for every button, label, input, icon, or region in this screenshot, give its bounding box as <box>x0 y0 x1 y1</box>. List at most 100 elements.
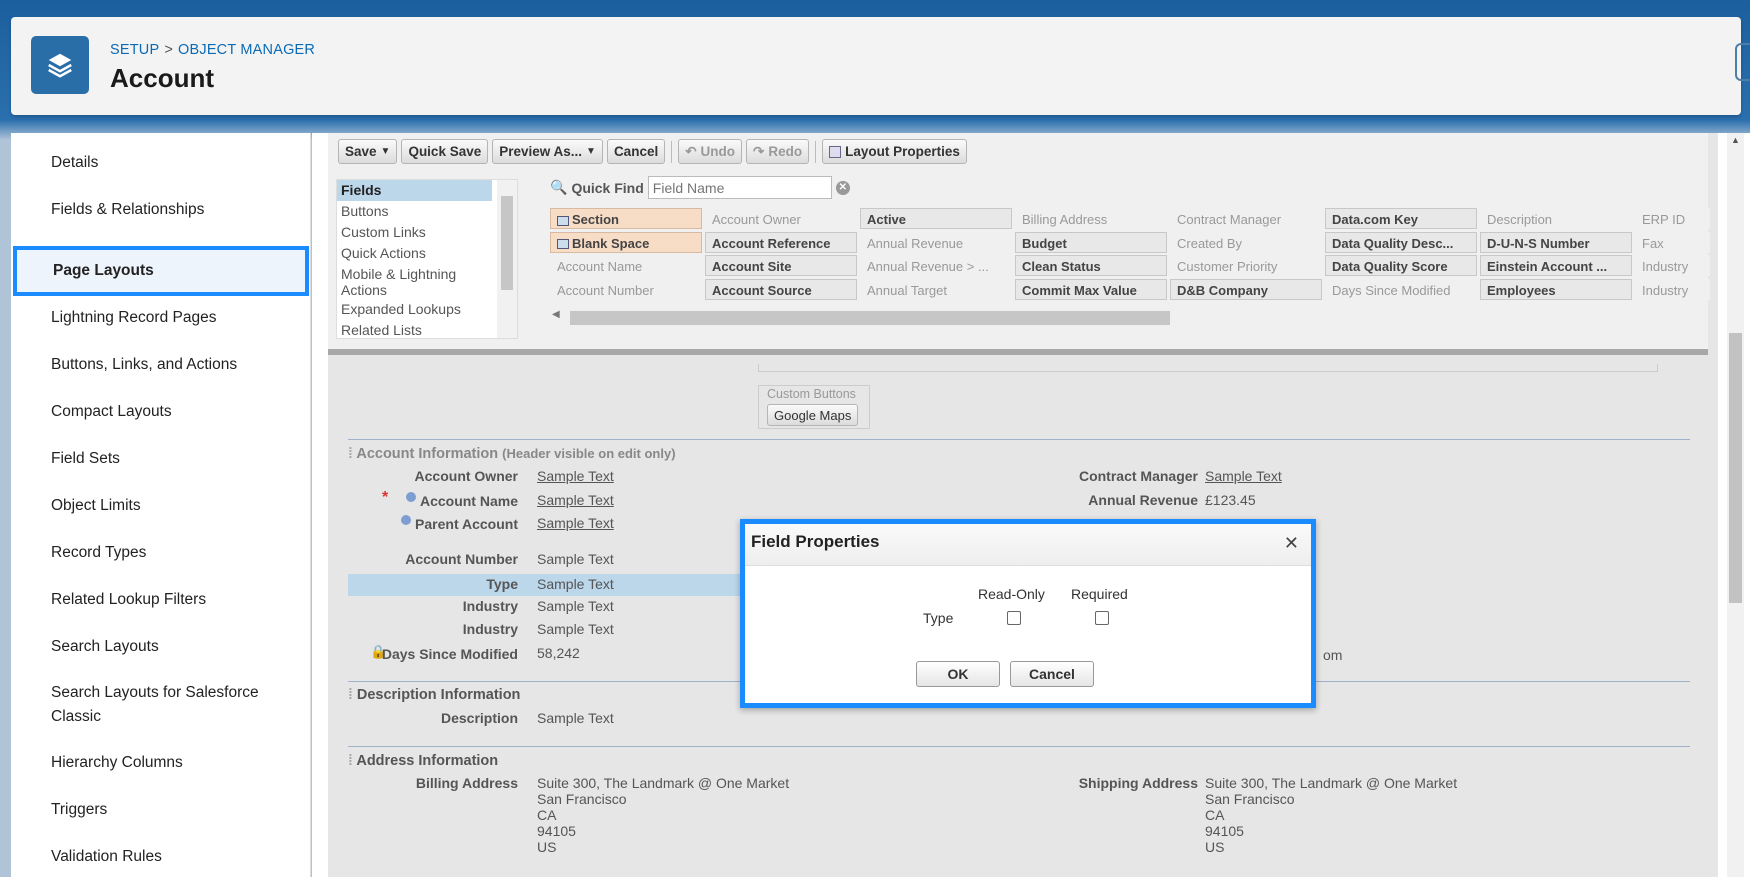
field-value[interactable]: Sample Text <box>537 710 614 726</box>
cancel-button[interactable]: Cancel <box>606 139 666 164</box>
redo-button[interactable]: ↷ Redo <box>746 139 810 164</box>
google-maps-button[interactable]: Google Maps <box>767 404 859 426</box>
field-value[interactable]: Sample Text <box>537 598 614 614</box>
field-value[interactable]: Sample Text <box>537 621 614 637</box>
palette-field[interactable]: Annual Revenue > ... <box>860 255 1012 276</box>
chevron-down-icon[interactable]: ▼ <box>381 146 391 157</box>
drag-handle-icon[interactable]: ⁞ <box>348 687 353 703</box>
palette-field[interactable]: Commit Max Value <box>1015 278 1167 300</box>
category-fields[interactable]: Fields <box>337 180 492 201</box>
palette-field[interactable]: Account Reference <box>705 231 857 253</box>
palette-hscrollbar[interactable]: ◀ <box>550 309 1708 325</box>
palette-field[interactable]: Days Since Modified <box>1325 278 1477 300</box>
cancel-dialog-button[interactable]: Cancel <box>1010 661 1094 687</box>
palette-field[interactable]: Einstein Account ... <box>1480 255 1632 276</box>
layout-properties-button[interactable]: Layout Properties <box>822 139 967 164</box>
palette-field[interactable]: Data Quality Score <box>1325 255 1477 276</box>
scrollbar-thumb[interactable] <box>1729 333 1742 603</box>
field-value[interactable]: 58,242 <box>537 645 580 661</box>
section-description-information[interactable]: ⁞ Description Information <box>348 687 520 703</box>
palette-field[interactable]: Account Source <box>705 278 857 300</box>
scrollbar-thumb[interactable] <box>570 311 1170 325</box>
palette-field[interactable]: Annual Target <box>860 278 1012 300</box>
category-custom-links[interactable]: Custom Links <box>337 222 517 243</box>
quick-find-input[interactable] <box>647 176 832 199</box>
preview-as-button[interactable]: Preview As... ▼ <box>492 139 603 164</box>
sidebar-item-object-limits[interactable]: Object Limits <box>11 484 311 528</box>
billing-address-value[interactable]: Suite 300, The Landmark @ One Market San… <box>537 775 789 855</box>
clear-icon[interactable]: ✕ <box>835 180 850 195</box>
chevron-left-icon[interactable]: ◀ <box>552 309 560 320</box>
category-buttons[interactable]: Buttons <box>337 201 517 222</box>
palette-field[interactable]: D-U-N-S Number <box>1480 231 1632 253</box>
breadcrumb-object-manager[interactable]: OBJECT MANAGER <box>178 42 315 58</box>
sidebar-item-validation-rules[interactable]: Validation Rules <box>11 835 311 877</box>
palette-field[interactable]: Account Owner <box>705 208 857 229</box>
drag-handle-icon[interactable]: ⁞ <box>348 753 353 769</box>
sidebar-item-field-sets[interactable]: Field Sets <box>11 437 311 481</box>
sidebar-item-search-layouts[interactable]: Search Layouts <box>11 625 311 669</box>
palette-field[interactable]: Customer Priority <box>1170 255 1322 276</box>
save-button[interactable]: Save ▼ <box>338 139 398 164</box>
field-value[interactable]: Sample Text <box>537 576 614 592</box>
undo-button[interactable]: ↶ Undo <box>678 139 743 164</box>
required-checkbox[interactable] <box>1095 611 1109 625</box>
palette-field[interactable]: ERP ID <box>1635 208 1710 229</box>
sidebar-item-details[interactable]: Details <box>11 141 311 185</box>
palette-field[interactable]: Billing Address <box>1015 208 1167 229</box>
palette-field[interactable]: Annual Revenue <box>860 231 1012 253</box>
sidebar-item-buttons-links-actions[interactable]: Buttons, Links, and Actions <box>11 343 311 387</box>
palette-field[interactable]: Blank Space <box>550 231 702 253</box>
category-mobile-lightning-actions[interactable]: Mobile & Lightning Actions <box>337 264 492 299</box>
category-related-lists[interactable]: Related Lists <box>337 320 517 338</box>
section-address-information[interactable]: ⁞ Address Information <box>348 753 498 769</box>
palette-field[interactable]: Budget <box>1015 231 1167 253</box>
category-scrollbar[interactable] <box>497 180 517 338</box>
category-expanded-lookups[interactable]: Expanded Lookups <box>337 299 517 320</box>
category-quick-actions[interactable]: Quick Actions <box>337 243 517 264</box>
chevron-up-icon[interactable]: ▲ <box>1731 135 1740 145</box>
field-value[interactable]: Sample Text <box>537 492 614 508</box>
field-value[interactable]: Sample Text <box>537 468 614 484</box>
sidebar-item-triggers[interactable]: Triggers <box>11 788 311 832</box>
sidebar-item-record-types[interactable]: Record Types <box>11 531 311 575</box>
field-value[interactable]: Sample Text <box>537 551 614 567</box>
palette-field[interactable]: Active <box>860 208 1012 229</box>
palette-field[interactable]: Description <box>1480 208 1632 229</box>
palette-field[interactable]: Data Quality Desc... <box>1325 231 1477 253</box>
scrollbar-thumb[interactable] <box>501 196 513 290</box>
palette-field[interactable]: Fax <box>1635 231 1710 253</box>
section-account-information[interactable]: ⁞ Account Information (Header visible on… <box>348 446 676 462</box>
palette-field[interactable]: Data.com Key <box>1325 208 1477 229</box>
palette-field[interactable]: Industry <box>1635 255 1710 276</box>
close-icon[interactable]: ✕ <box>1284 533 1299 554</box>
main-vscrollbar[interactable]: ▲ <box>1727 133 1744 877</box>
ok-button[interactable]: OK <box>916 661 1000 687</box>
drag-handle-icon[interactable]: ⁞ <box>348 446 353 462</box>
sidebar-item-page-layouts[interactable]: Page Layouts <box>13 246 309 296</box>
sidebar-item-related-lookup-filters[interactable]: Related Lookup Filters <box>11 578 311 622</box>
palette-field[interactable]: Contract Manager <box>1170 208 1322 229</box>
sidebar-item-search-layouts-classic[interactable]: Search Layouts for Salesforce Classic <box>11 677 291 733</box>
field-value[interactable]: Sample Text <box>537 515 614 531</box>
palette-field[interactable]: Account Number <box>550 278 702 300</box>
palette-field[interactable]: Employees <box>1480 278 1632 300</box>
palette-field[interactable]: D&B Company <box>1170 278 1322 300</box>
quick-save-button[interactable]: Quick Save <box>401 139 489 164</box>
shipping-address-value[interactable]: Suite 300, The Landmark @ One Market San… <box>1205 775 1457 855</box>
sidebar-item-fields-relationships[interactable]: Fields & Relationships <box>11 188 311 232</box>
sidebar-item-compact-layouts[interactable]: Compact Layouts <box>11 390 311 434</box>
breadcrumb-setup[interactable]: SETUP <box>110 42 159 58</box>
side-panel-handle[interactable] <box>1735 43 1750 81</box>
readonly-checkbox[interactable] <box>1007 611 1021 625</box>
palette-field[interactable]: Clean Status <box>1015 255 1167 276</box>
palette-field[interactable]: Industry <box>1635 278 1710 300</box>
field-value[interactable]: £123.45 <box>1205 492 1256 508</box>
palette-field[interactable]: Account Site <box>705 255 857 276</box>
palette-field[interactable]: Created By <box>1170 231 1322 253</box>
palette-field[interactable]: Account Name <box>550 255 702 276</box>
sidebar-item-lightning-record-pages[interactable]: Lightning Record Pages <box>11 296 311 340</box>
sidebar-item-hierarchy-columns[interactable]: Hierarchy Columns <box>11 741 311 785</box>
palette-field[interactable]: Section <box>550 208 702 229</box>
field-value[interactable]: Sample Text <box>1205 468 1282 484</box>
